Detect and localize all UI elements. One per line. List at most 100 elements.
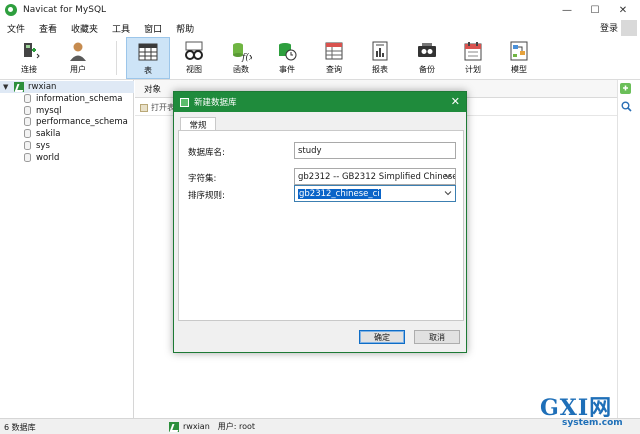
navicat-logo-icon <box>5 4 17 16</box>
function-label: 函数 <box>233 65 249 74</box>
event-button[interactable]: 事件 <box>265 37 309 79</box>
user-label: 用户 <box>70 65 86 74</box>
database-name: sakila <box>36 128 61 139</box>
database-name-label: 数据库名: <box>188 148 225 158</box>
report-label: 报表 <box>372 65 388 74</box>
tab-general[interactable]: 常规 <box>180 117 216 131</box>
view-button[interactable]: 视图 <box>172 37 216 79</box>
dialog-title: 新建数据库 <box>194 98 237 108</box>
tree-database-item[interactable]: world <box>24 152 59 163</box>
menu-help[interactable]: 帮助 <box>169 22 201 35</box>
database-name: information_schema <box>36 93 123 104</box>
database-name: sys <box>36 140 50 151</box>
report-icon <box>372 41 388 61</box>
svg-text:f(x): f(x) <box>241 52 252 62</box>
database-name: mysql <box>36 105 62 116</box>
event-label: 事件 <box>279 65 295 74</box>
backup-icon <box>418 43 436 57</box>
database-icon <box>180 97 189 107</box>
maximize-button[interactable]: ☐ <box>580 0 610 20</box>
open-table-label: 打开表 <box>151 103 175 112</box>
tree-connection-node[interactable]: ▼ rwxian <box>0 81 134 93</box>
window-title: Navicat for MySQL <box>23 5 107 15</box>
info-panel <box>617 80 640 418</box>
query-icon <box>325 42 343 60</box>
open-table-icon <box>140 103 148 112</box>
avatar[interactable] <box>621 20 637 36</box>
backup-button[interactable]: 备份 <box>405 37 449 79</box>
database-name: world <box>36 152 60 163</box>
tree-database-item[interactable]: sys <box>24 140 50 151</box>
new-database-dialog: 新建数据库 ✕ 常规 数据库名: study 字符集: gb2312 -- GB… <box>173 91 467 353</box>
database-name-input[interactable]: study <box>294 142 456 159</box>
database-icon <box>24 153 31 162</box>
function-icon: f(x) <box>233 43 252 62</box>
search-icon[interactable] <box>621 101 632 112</box>
function-button[interactable]: f(x) 函数 <box>219 37 263 79</box>
user-button[interactable]: 用户 <box>56 37 100 79</box>
model-button[interactable]: 模型 <box>497 37 541 79</box>
dialog-title-bar[interactable]: 新建数据库 ✕ <box>174 92 466 112</box>
menu-bar: 文件 查看 收藏夹 工具 窗口 帮助 <box>0 20 640 37</box>
database-icon <box>24 106 31 115</box>
table-label: 表 <box>144 66 152 75</box>
connection-name: rwxian <box>28 82 57 92</box>
cancel-button[interactable]: 取消 <box>414 330 460 344</box>
event-icon <box>279 43 297 61</box>
tree-database-item[interactable]: sakila <box>24 128 61 139</box>
connection-button[interactable]: 连接 <box>7 37 51 79</box>
info-panel-icon[interactable] <box>619 82 632 95</box>
connection-icon <box>24 43 40 59</box>
menu-window[interactable]: 窗口 <box>137 22 169 35</box>
database-count: 6 数据库 <box>4 423 36 432</box>
charset-value: gb2312 -- GB2312 Simplified Chinese <box>298 171 455 182</box>
mysql-connection-icon <box>169 421 179 432</box>
collation-value: gb2312_chinese_ci <box>298 188 381 199</box>
database-name: performance_schema <box>36 116 128 127</box>
view-icon <box>185 41 203 60</box>
report-button[interactable]: 报表 <box>358 37 402 79</box>
mysql-connection-icon <box>14 82 24 92</box>
view-label: 视图 <box>186 65 202 74</box>
minimize-button[interactable]: — <box>552 0 582 20</box>
expand-arrow-icon[interactable]: ▼ <box>3 83 11 91</box>
menu-view[interactable]: 查看 <box>32 22 64 35</box>
query-button[interactable]: 查询 <box>312 37 356 79</box>
database-icon <box>24 141 31 150</box>
status-connection: rwxian 用户: root <box>169 421 255 432</box>
close-icon[interactable]: ✕ <box>451 95 460 108</box>
query-label: 查询 <box>326 65 342 74</box>
general-panel: 数据库名: study 字符集: gb2312 -- GB2312 Simpli… <box>178 130 464 321</box>
charset-select[interactable]: gb2312 -- GB2312 Simplified Chinese <box>294 168 456 185</box>
connection-label: 连接 <box>21 65 37 74</box>
login-link[interactable]: 登录 <box>600 21 618 34</box>
table-icon <box>138 43 158 61</box>
menu-favorites[interactable]: 收藏夹 <box>64 22 105 35</box>
status-connection-name: rwxian <box>183 422 210 431</box>
main-toolbar: 连接 用户 表 视图 f(x) 函数 事件 查询 报表 备份 计划 模型 <box>0 37 640 80</box>
tab-objects[interactable]: 对象 <box>144 83 161 95</box>
ok-button[interactable]: 确定 <box>359 330 405 344</box>
user-icon <box>70 42 86 61</box>
watermark-sub: system.com <box>562 418 623 428</box>
toolbar-divider <box>116 41 117 75</box>
schedule-label: 计划 <box>465 65 481 74</box>
database-icon <box>24 129 31 138</box>
open-table-button[interactable]: 打开表 <box>140 102 175 113</box>
tree-database-item[interactable]: performance_schema <box>24 116 128 127</box>
database-icon <box>24 117 31 126</box>
menu-file[interactable]: 文件 <box>0 22 32 35</box>
close-window-button[interactable]: ✕ <box>608 0 638 20</box>
title-bar: Navicat for MySQL — ☐ ✕ <box>0 0 640 20</box>
model-icon <box>510 41 528 61</box>
status-user: 用户: root <box>217 422 256 431</box>
schedule-button[interactable]: 计划 <box>451 37 495 79</box>
database-icon <box>24 94 31 103</box>
collation-select[interactable]: gb2312_chinese_ci <box>294 185 456 202</box>
schedule-icon <box>464 42 482 61</box>
menu-tools[interactable]: 工具 <box>105 22 137 35</box>
table-button[interactable]: 表 <box>126 37 170 79</box>
collation-label: 排序规则: <box>188 191 225 201</box>
tree-database-item[interactable]: mysql <box>24 105 62 116</box>
tree-database-item[interactable]: information_schema <box>24 93 123 104</box>
